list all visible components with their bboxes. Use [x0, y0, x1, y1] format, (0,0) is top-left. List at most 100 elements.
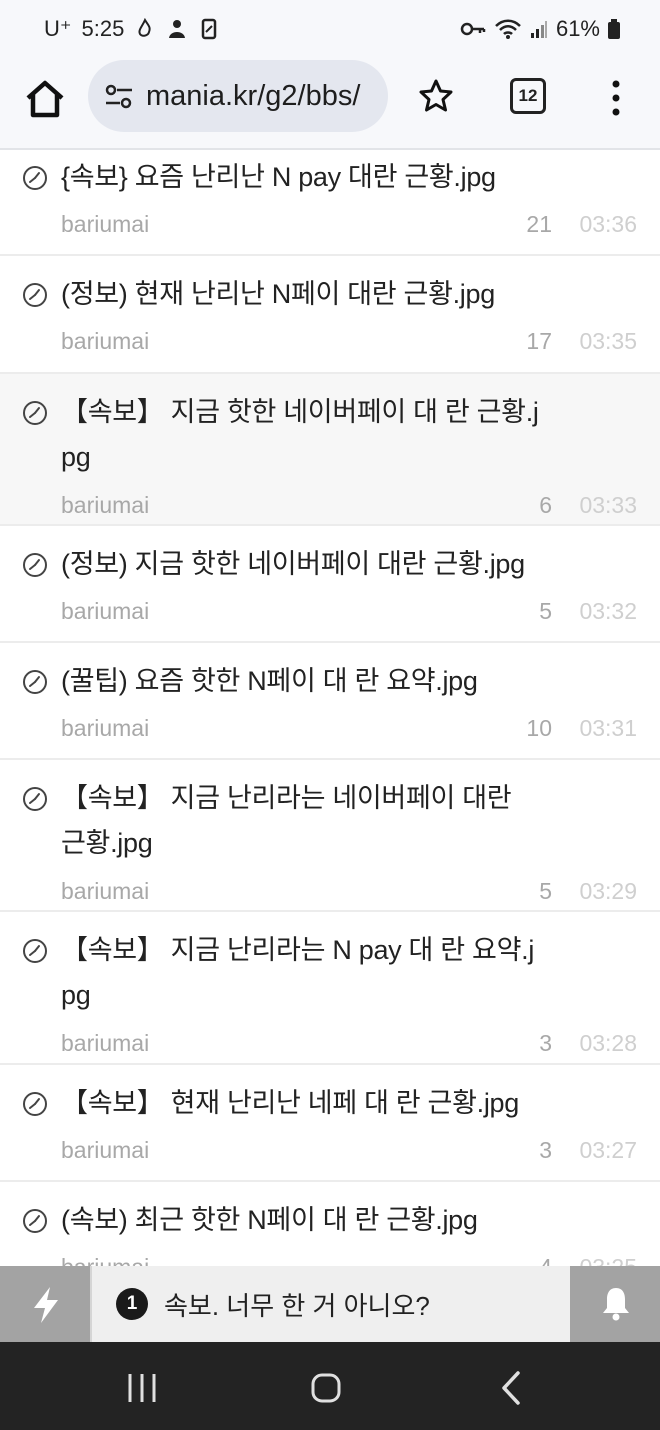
post-time: 03:32 — [579, 598, 637, 624]
status-left: U⁺ 5:25 — [44, 16, 220, 42]
post-author[interactable]: bariumai — [61, 1030, 149, 1057]
post-comment-count: 4 — [539, 1254, 552, 1266]
clock-icon — [23, 1092, 47, 1116]
post-title-line: (정보) 지금 핫한 네이버페이 대란 근황.jpg — [61, 549, 525, 579]
clock-icon — [23, 1209, 47, 1233]
menu-icon[interactable] — [604, 78, 628, 118]
post-list: {속보} 요즘 난리난 N pay 대란 근황.jpg bariumai 21 03:… — [0, 150, 660, 1266]
post-row[interactable]: {속보} 요즘 난리난 N pay 대란 근황.jpg bariumai 21 03:… — [0, 150, 660, 256]
tabs-icon[interactable]: 12 — [510, 78, 546, 114]
post-title-line: 【속보】 지금 난리라는 N pay 대 란 요약.j — [61, 935, 535, 965]
browser-toolbar: mania.kr/g2/bbs/ 12 — [0, 60, 660, 150]
post-comment-count: 5 — [539, 878, 552, 904]
post-time: 03:33 — [579, 492, 637, 518]
post-title-line: (속보) 최근 핫한 N페이 대 란 근황.jpg — [61, 1205, 478, 1235]
post-comment-count: 5 — [539, 598, 552, 624]
post-title[interactable]: 【속보】 지금 난리라는 N pay 대 란 요약.j pg — [61, 928, 561, 1018]
status-bar: U⁺ 5:25 61% — [0, 0, 660, 60]
notice-text: 속보. 너무 한 거 아니오? — [164, 1291, 430, 1321]
post-comment-count: 17 — [526, 328, 552, 354]
post-title[interactable]: (정보) 지금 핫한 네이버페이 대란 근황.jpg — [61, 542, 561, 587]
bell-icon — [603, 1288, 629, 1321]
post-time: 03:31 — [579, 715, 637, 741]
post-author[interactable]: bariumai — [61, 1254, 149, 1266]
post-title-line: (정보) 현재 난리난 N페이 대란 근황.jpg — [61, 279, 495, 309]
home-button-icon[interactable] — [306, 1368, 346, 1408]
notice-badge: 1 — [116, 1288, 148, 1320]
post-time: 03:27 — [579, 1137, 637, 1163]
post-comment-count: 3 — [539, 1137, 552, 1163]
system-nav-bar — [0, 1342, 660, 1430]
phone-screen-icon — [202, 18, 217, 40]
clock-icon — [23, 787, 47, 811]
signal-icon — [530, 21, 547, 38]
post-title[interactable]: 【속보】 지금 핫한 네이버페이 대 란 근황.j pg — [61, 390, 561, 480]
post-time: 03:36 — [579, 211, 637, 237]
address-bar[interactable]: mania.kr/g2/bbs/ — [88, 60, 388, 132]
wifi-icon — [495, 19, 521, 39]
clock-icon — [23, 670, 47, 694]
recent-apps-icon[interactable] — [122, 1368, 162, 1408]
clock-icon — [23, 553, 47, 577]
home-icon[interactable] — [22, 76, 68, 122]
post-title-line: pg — [61, 442, 91, 472]
post-title[interactable]: 【속보】 현재 난리난 네페 대 란 근황.jpg — [61, 1081, 561, 1126]
post-title-line: pg — [61, 980, 91, 1010]
post-row[interactable]: (꿀팁) 요즘 핫한 N페이 대 란 요약.jpg bariumai 10 03:31 — [0, 643, 660, 760]
carrier-label: U⁺ — [44, 16, 72, 41]
battery-icon — [608, 19, 620, 39]
post-time: 03:35 — [579, 328, 637, 354]
url-text: mania.kr/g2/bbs/ — [146, 80, 361, 112]
flame-icon — [138, 18, 151, 37]
back-icon[interactable] — [492, 1368, 532, 1408]
post-row[interactable]: 【속보】 현재 난리난 네페 대 란 근황.jpg bariumai 3 03:27 — [0, 1065, 660, 1182]
post-author[interactable]: bariumai — [61, 211, 149, 238]
clock-icon — [23, 283, 47, 307]
clock-icon — [23, 939, 47, 963]
lightning-icon — [34, 1287, 58, 1323]
post-row[interactable]: 【속보】 지금 난리라는 네이버페이 대란근황.jpg bariumai 5 03:2… — [0, 760, 660, 912]
post-title-line: (꿀팁) 요즘 핫한 N페이 대 란 요약.jpg — [61, 666, 478, 696]
post-author[interactable]: bariumai — [61, 328, 149, 355]
post-comment-count: 10 — [526, 715, 552, 741]
bottom-bar: 1 속보. 너무 한 거 아니오? — [0, 1266, 660, 1342]
post-title[interactable]: (정보) 현재 난리난 N페이 대란 근황.jpg — [61, 272, 561, 317]
post-row[interactable]: 【속보】 지금 난리라는 N pay 대 란 요약.j pg bariumai 3 03… — [0, 912, 660, 1065]
flash-button[interactable] — [0, 1266, 90, 1342]
post-title-line: 근황.jpg — [61, 828, 153, 858]
post-row[interactable]: (정보) 현재 난리난 N페이 대란 근황.jpg bariumai 17 03:35 — [0, 256, 660, 374]
post-author[interactable]: bariumai — [61, 878, 149, 905]
star-icon[interactable] — [416, 76, 456, 116]
post-author[interactable]: bariumai — [61, 715, 149, 742]
post-row[interactable]: 【속보】 지금 핫한 네이버페이 대 란 근황.j pg bariumai 6 03:3… — [0, 374, 660, 526]
post-comment-count: 21 — [526, 211, 552, 237]
post-row[interactable]: (속보) 최근 핫한 N페이 대 란 근황.jpg bariumai 4 03:25 — [0, 1182, 660, 1266]
post-title-line: 【속보】 지금 난리라는 네이버페이 대란 — [61, 783, 512, 813]
bell-button[interactable] — [570, 1266, 660, 1342]
post-title[interactable]: {속보} 요즘 난리난 N pay 대란 근황.jpg — [61, 155, 561, 200]
post-time: 03:29 — [579, 878, 637, 904]
post-author[interactable]: bariumai — [61, 598, 149, 625]
battery-percent: 61% — [555, 16, 600, 41]
post-title-line: {속보} 요즘 난리난 N pay 대란 근황.jpg — [61, 162, 496, 192]
key-icon — [460, 22, 486, 36]
post-title[interactable]: (속보) 최근 핫한 N페이 대 란 근황.jpg — [61, 1198, 561, 1243]
post-row[interactable]: (정보) 지금 핫한 네이버페이 대란 근황.jpg bariumai 5 03:32 — [0, 526, 660, 643]
post-author[interactable]: bariumai — [61, 492, 149, 519]
person-icon — [169, 20, 186, 38]
post-time: 03:28 — [579, 1030, 637, 1056]
post-author[interactable]: bariumai — [61, 1137, 149, 1164]
post-title-line: 【속보】 지금 핫한 네이버페이 대 란 근황.j — [61, 397, 539, 427]
clock-icon — [23, 401, 47, 425]
post-title[interactable]: (꿀팁) 요즘 핫한 N페이 대 란 요약.jpg — [61, 659, 561, 704]
clock-icon — [23, 166, 47, 190]
post-title-line: 【속보】 현재 난리난 네페 대 란 근황.jpg — [61, 1088, 519, 1118]
post-comment-count: 6 — [539, 492, 552, 518]
post-title[interactable]: 【속보】 지금 난리라는 네이버페이 대란근황.jpg — [61, 776, 561, 866]
notice-ticker[interactable]: 1 속보. 너무 한 거 아니오? — [90, 1266, 572, 1342]
post-time: 03:25 — [579, 1254, 637, 1266]
status-right: 61% — [460, 16, 620, 42]
clock-time: 5:25 — [81, 16, 125, 41]
post-comment-count: 3 — [539, 1030, 552, 1056]
tune-icon[interactable] — [104, 84, 134, 110]
